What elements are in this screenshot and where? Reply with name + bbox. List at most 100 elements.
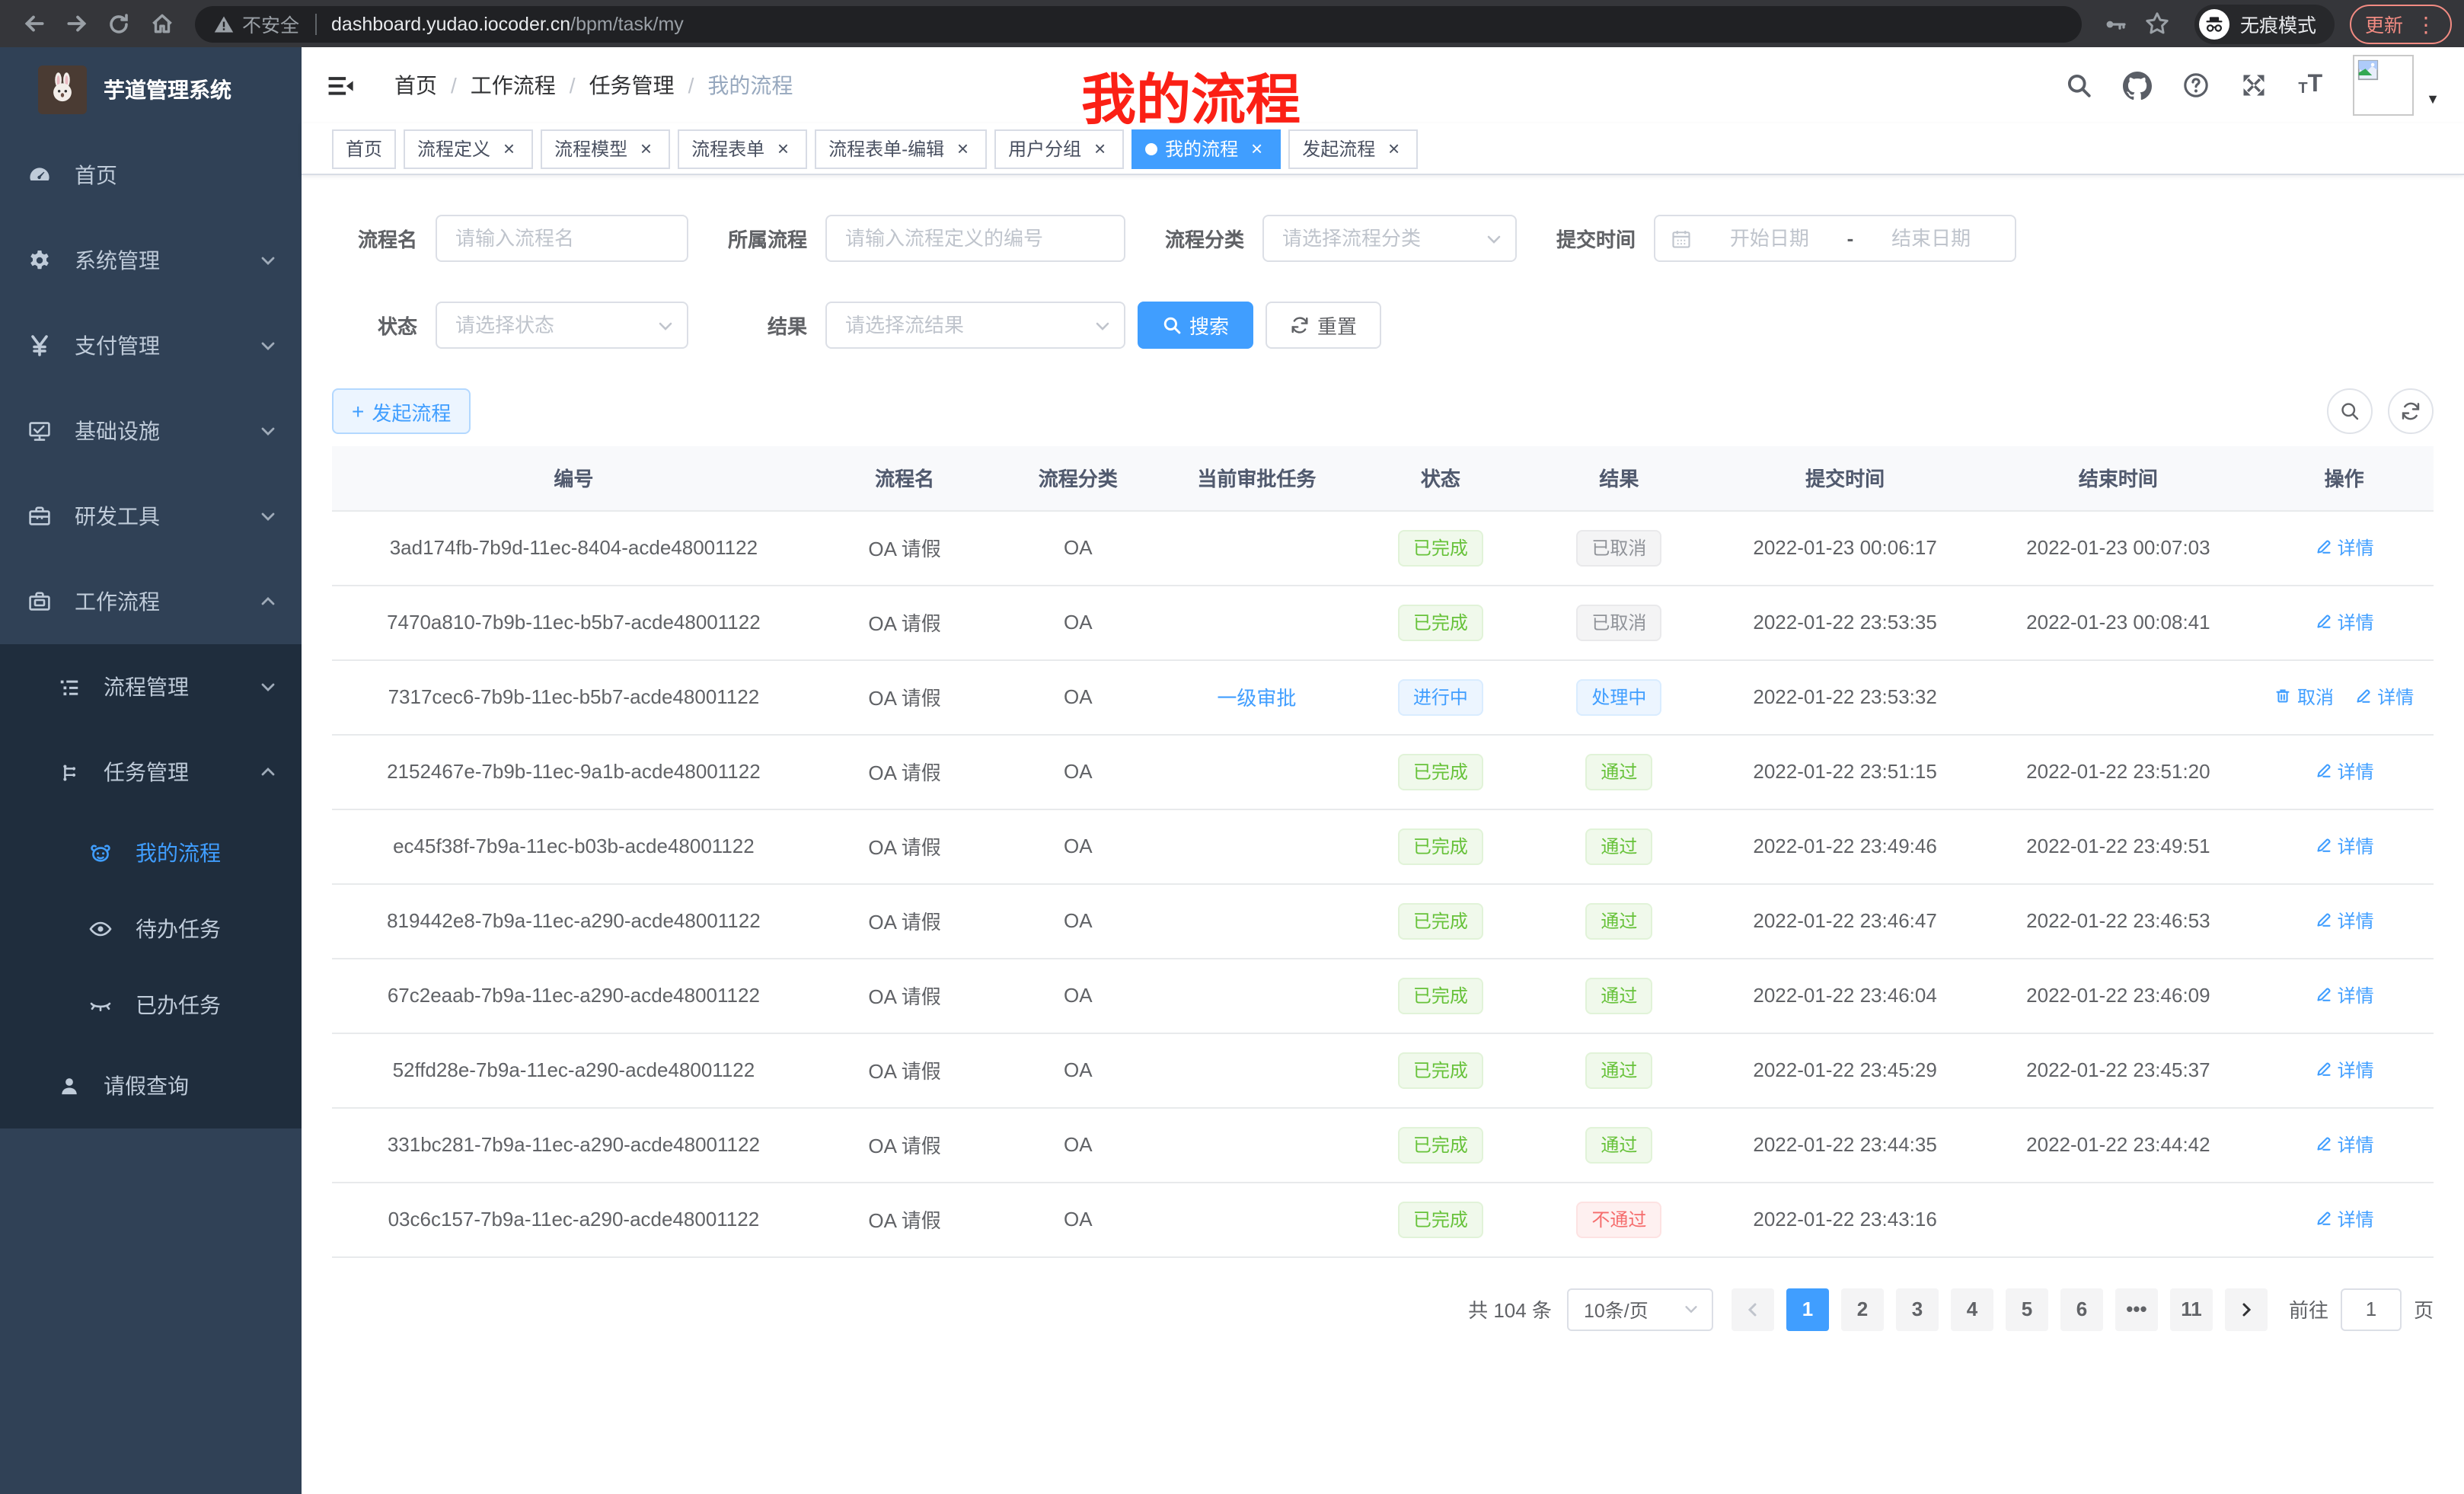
breadcrumb-home[interactable]: 首页 xyxy=(394,70,437,101)
detail-action[interactable]: 详情 xyxy=(2315,609,2374,635)
help-icon[interactable] xyxy=(2182,72,2210,99)
task-link[interactable]: 一级审批 xyxy=(1217,682,1296,711)
process-name-input[interactable] xyxy=(436,215,688,262)
cancel-action[interactable]: 取消 xyxy=(2274,684,2334,710)
star-icon[interactable] xyxy=(2137,2,2179,45)
prev-page-button[interactable] xyxy=(1732,1288,1774,1330)
close-icon[interactable]: × xyxy=(772,139,793,158)
sidebar-item-infra[interactable]: 基础设施 xyxy=(0,388,302,474)
sidebar-item-system[interactable]: 系统管理 xyxy=(0,218,302,303)
sidebar-item-my-process[interactable]: 我的流程 xyxy=(0,815,302,891)
incognito-badge[interactable]: 无痕模式 xyxy=(2194,4,2335,43)
cell-name: OA 请假 xyxy=(815,1033,994,1107)
github-icon[interactable] xyxy=(2123,71,2152,100)
detail-action[interactable]: 详情 xyxy=(2315,758,2374,784)
breadcrumb-task-mgmt[interactable]: 任务管理 xyxy=(589,70,675,101)
process-definition-input[interactable] xyxy=(825,215,1125,262)
user-avatar-menu[interactable]: ▼ xyxy=(2353,55,2440,116)
category-select-input[interactable] xyxy=(1262,215,1517,262)
avatar[interactable] xyxy=(2353,55,2414,116)
cell-name: OA 请假 xyxy=(815,734,994,809)
page-number-button[interactable]: 3 xyxy=(1896,1288,1939,1330)
sidebar-item-leave-query[interactable]: 请假查询 xyxy=(0,1043,302,1128)
category-select[interactable] xyxy=(1262,215,1517,262)
breadcrumb-workflow[interactable]: 工作流程 xyxy=(471,70,556,101)
page-number-button[interactable]: 2 xyxy=(1841,1288,1884,1330)
close-icon[interactable]: × xyxy=(1089,139,1110,158)
detail-action[interactable]: 详情 xyxy=(2315,833,2374,859)
sidebar-item-todo-tasks[interactable]: 待办任务 xyxy=(0,891,302,967)
view-tab[interactable]: 流程模型 × xyxy=(541,129,670,168)
font-size-icon[interactable]: TT xyxy=(2298,73,2322,97)
create-process-button[interactable]: + 发起流程 xyxy=(332,388,471,434)
reload-icon[interactable] xyxy=(97,2,140,45)
cell-category: OA xyxy=(994,883,1162,958)
submit-time-range-picker[interactable]: - xyxy=(1654,215,2016,262)
edit-icon xyxy=(2315,762,2333,781)
result-select[interactable] xyxy=(825,302,1125,349)
url-bar[interactable]: 不安全 dashboard.yudao.iocoder.cn/bpm/task/… xyxy=(195,5,2082,42)
sidebar-item-payment[interactable]: 支付管理 xyxy=(0,303,302,388)
status-select[interactable] xyxy=(436,302,688,349)
page-number-button[interactable]: 11 xyxy=(2170,1288,2213,1330)
home-icon[interactable] xyxy=(140,2,183,45)
key-icon[interactable] xyxy=(2094,2,2137,45)
close-icon[interactable]: × xyxy=(1246,139,1267,158)
page-number-button[interactable]: 4 xyxy=(1951,1288,1993,1330)
view-tab[interactable]: 流程定义 × xyxy=(404,129,533,168)
refresh-table-button[interactable] xyxy=(2388,388,2434,434)
close-icon[interactable]: × xyxy=(1383,139,1404,158)
start-date-input[interactable] xyxy=(1701,225,1838,251)
detail-action[interactable]: 详情 xyxy=(2315,535,2374,560)
page-number-button[interactable]: 5 xyxy=(2006,1288,2048,1330)
view-tab[interactable]: 我的流程 × xyxy=(1131,129,1281,168)
detail-action[interactable]: 详情 xyxy=(2354,684,2414,710)
close-icon[interactable]: × xyxy=(635,139,656,158)
browser-toolbar: 不安全 dashboard.yudao.iocoder.cn/bpm/task/… xyxy=(0,0,2464,47)
search-button[interactable]: 搜索 xyxy=(1138,302,1253,349)
next-page-button[interactable] xyxy=(2225,1288,2268,1330)
view-tab[interactable]: 首页 × xyxy=(332,129,396,168)
detail-action[interactable]: 详情 xyxy=(2315,908,2374,934)
search-icon[interactable] xyxy=(2065,72,2092,99)
app-logo[interactable]: 芋道管理系统 xyxy=(0,47,302,132)
view-tab[interactable]: 用户分组 × xyxy=(994,129,1124,168)
show-search-toggle-button[interactable] xyxy=(2327,388,2373,434)
sidebar-item-task-mgmt[interactable]: 任务管理 xyxy=(0,729,302,815)
back-icon[interactable] xyxy=(12,2,55,45)
sidebar-item-workflow[interactable]: 工作流程 xyxy=(0,559,302,644)
sidebar-item-process-mgmt[interactable]: 流程管理 xyxy=(0,644,302,729)
detail-action[interactable]: 详情 xyxy=(2315,1057,2374,1083)
sidebar-toggle-icon[interactable] xyxy=(326,71,355,100)
cell-result: 通过 xyxy=(1530,1107,1709,1182)
update-label: 更新 xyxy=(2365,9,2403,38)
cell-submit-time: 2022-01-23 00:06:17 xyxy=(1709,510,1982,585)
page-size-select[interactable]: 10条/页 xyxy=(1567,1288,1713,1330)
detail-action[interactable]: 详情 xyxy=(2315,982,2374,1008)
page-number-button[interactable]: 1 xyxy=(1786,1288,1829,1330)
view-tab[interactable]: 流程表单-编辑 × xyxy=(815,129,987,168)
security-label[interactable]: 不安全 xyxy=(242,9,299,38)
page-number-button[interactable]: 6 xyxy=(2060,1288,2103,1330)
end-date-input[interactable] xyxy=(1862,225,2000,251)
browser-menu-icon[interactable]: ⋮ xyxy=(2415,13,2437,34)
sidebar-item-done-tasks[interactable]: 已办任务 xyxy=(0,967,302,1043)
update-button[interactable]: 更新 ⋮ xyxy=(2350,4,2452,43)
forward-icon[interactable] xyxy=(55,2,97,45)
goto-page-input[interactable] xyxy=(2341,1288,2402,1330)
detail-action[interactable]: 详情 xyxy=(2315,1206,2374,1232)
status-select-input[interactable] xyxy=(436,302,688,349)
detail-action[interactable]: 详情 xyxy=(2315,1132,2374,1157)
close-icon[interactable]: × xyxy=(952,139,973,158)
tab-label: 流程模型 xyxy=(554,136,627,161)
gauge-icon xyxy=(27,163,52,187)
fullscreen-icon[interactable] xyxy=(2240,72,2268,99)
reset-button[interactable]: 重置 xyxy=(1266,302,1381,349)
close-icon[interactable]: × xyxy=(498,139,519,158)
sidebar-item-home[interactable]: 首页 xyxy=(0,132,302,218)
page-number-button[interactable]: ••• xyxy=(2115,1288,2158,1330)
result-select-input[interactable] xyxy=(825,302,1125,349)
sidebar-item-devtools[interactable]: 研发工具 xyxy=(0,474,302,559)
view-tab[interactable]: 发起流程 × xyxy=(1288,129,1418,168)
view-tab[interactable]: 流程表单 × xyxy=(678,129,807,168)
